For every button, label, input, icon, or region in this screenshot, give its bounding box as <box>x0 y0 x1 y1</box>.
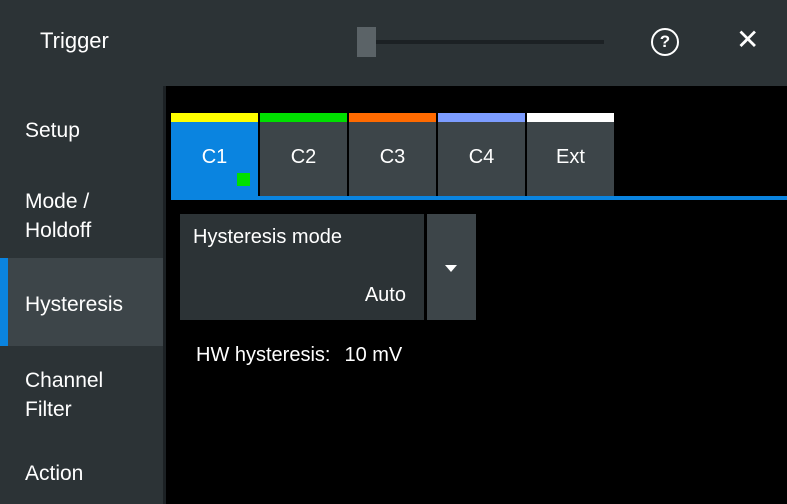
hw-hysteresis-row: HW hysteresis: 10 mV <box>196 344 402 367</box>
sidebar-item-label: Setup <box>25 119 80 142</box>
close-icon[interactable]: ✕ <box>736 24 759 56</box>
channel-color-strip <box>349 113 436 122</box>
tab-c1[interactable]: C1 <box>171 113 258 196</box>
channel-color-strip <box>527 113 614 122</box>
hysteresis-mode-dropdown[interactable]: Hysteresis mode Auto <box>180 214 476 320</box>
sidebar-item-label: Mode / Holdoff <box>25 190 92 242</box>
hysteresis-mode-value: Auto <box>364 284 406 306</box>
sidebar-item-hysteresis[interactable]: Hysteresis <box>0 258 163 346</box>
sidebar-item-label: Action <box>25 462 84 485</box>
dialog-title: Trigger <box>40 28 109 53</box>
help-icon[interactable]: ? <box>651 28 679 56</box>
transparency-slider-handle[interactable] <box>357 27 376 57</box>
channel-tabs: C1 C2 C3 C4 Ext <box>171 113 787 202</box>
trigger-dialog: Trigger ? ✕ Setup Mode / Holdoff Hystere… <box>0 0 787 504</box>
sidebar-item-mode-holdoff[interactable]: Mode / Holdoff <box>0 174 163 258</box>
tab-underline <box>171 196 787 200</box>
hysteresis-mode-dropdown-button[interactable] <box>427 214 476 320</box>
channel-color-strip <box>171 113 258 122</box>
hw-hysteresis-label: HW hysteresis: <box>196 344 331 366</box>
tab-label: C1 <box>201 146 228 168</box>
sidebar-item-channel-filter[interactable]: Channel Filter <box>0 346 163 440</box>
sidebar-item-label: Channel Filter <box>25 369 104 421</box>
sidebar-item-action[interactable]: Action <box>0 440 163 504</box>
tab-label: C3 <box>379 146 406 168</box>
active-channel-indicator <box>237 173 250 186</box>
tab-label: Ext <box>556 146 585 168</box>
tab-c4[interactable]: C4 <box>438 113 525 196</box>
sidebar-item-setup[interactable]: Setup <box>0 86 163 174</box>
sidebar-divider <box>163 86 166 504</box>
hysteresis-mode-label: Hysteresis mode <box>193 226 342 248</box>
title-bar: Trigger ? ✕ <box>0 0 787 86</box>
sidebar-item-label: Hysteresis <box>25 293 124 316</box>
tab-label: C2 <box>290 146 317 168</box>
transparency-slider-track[interactable] <box>376 40 604 44</box>
channel-color-strip <box>260 113 347 122</box>
tab-ext[interactable]: Ext <box>527 113 614 196</box>
tab-label: C4 <box>468 146 495 168</box>
hysteresis-mode-field[interactable]: Hysteresis mode Auto <box>180 214 424 320</box>
tab-c2[interactable]: C2 <box>260 113 347 196</box>
tab-c3[interactable]: C3 <box>349 113 436 196</box>
chevron-down-icon <box>445 265 457 272</box>
sidebar: Setup Mode / Holdoff Hysteresis Channel … <box>0 86 163 504</box>
hw-hysteresis-value: 10 mV <box>344 344 403 366</box>
channel-color-strip <box>438 113 525 122</box>
